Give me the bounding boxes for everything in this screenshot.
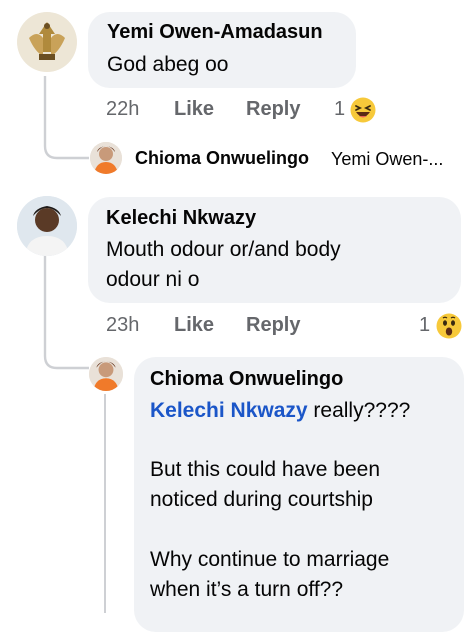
- profile-photo-icon: [17, 196, 77, 256]
- comment-author-1[interactable]: Yemi Owen-Amadasun: [107, 21, 323, 44]
- reply-first-line-text: really????: [307, 399, 411, 422]
- collapsed-reply-author[interactable]: Chioma Onwuelingo: [135, 148, 309, 169]
- comment-time-2[interactable]: 23h: [106, 314, 139, 337]
- reply-author[interactable]: Chioma Onwuelingo: [150, 368, 343, 391]
- reply-button-2[interactable]: Reply: [246, 314, 300, 337]
- thread-connector-2: [43, 256, 89, 370]
- wow-emoji-icon[interactable]: [436, 313, 462, 339]
- laughing-emoji-icon[interactable]: [350, 97, 376, 123]
- comment-text-2: Mouth odour or/and body odour ni o: [106, 238, 341, 291]
- comment-time-1[interactable]: 22h: [106, 98, 139, 121]
- reply-button-1[interactable]: Reply: [246, 98, 300, 121]
- reply-paragraph-2: But this could have been noticed during …: [150, 458, 380, 511]
- mention-link[interactable]: Kelechi Nkwazy: [150, 399, 308, 422]
- comment-text-1: God abeg oo: [107, 53, 229, 76]
- thread-connector-1: [43, 76, 89, 160]
- thread-line-3: [104, 394, 106, 613]
- avatar-chioma-2[interactable]: [89, 357, 123, 391]
- reply-first-line: Kelechi Nkwazy really????: [150, 396, 410, 426]
- avatar-kelechi[interactable]: [17, 196, 77, 256]
- avatar-chioma-1[interactable]: [90, 142, 122, 174]
- profile-photo-icon: [89, 357, 123, 391]
- comment-author-2[interactable]: Kelechi Nkwazy: [106, 207, 256, 230]
- profile-photo-icon: [90, 142, 122, 174]
- avatar-yemi[interactable]: [17, 12, 77, 72]
- collapsed-reply-preview[interactable]: Yemi Owen-...: [331, 149, 443, 170]
- crest-emblem-icon: [17, 12, 77, 72]
- reaction-count-1[interactable]: 1: [334, 98, 345, 121]
- like-button-1[interactable]: Like: [174, 98, 214, 121]
- reply-paragraph-3: Why continue to marriage when it’s a tur…: [150, 548, 390, 601]
- reaction-count-2[interactable]: 1: [419, 314, 430, 337]
- like-button-2[interactable]: Like: [174, 314, 214, 337]
